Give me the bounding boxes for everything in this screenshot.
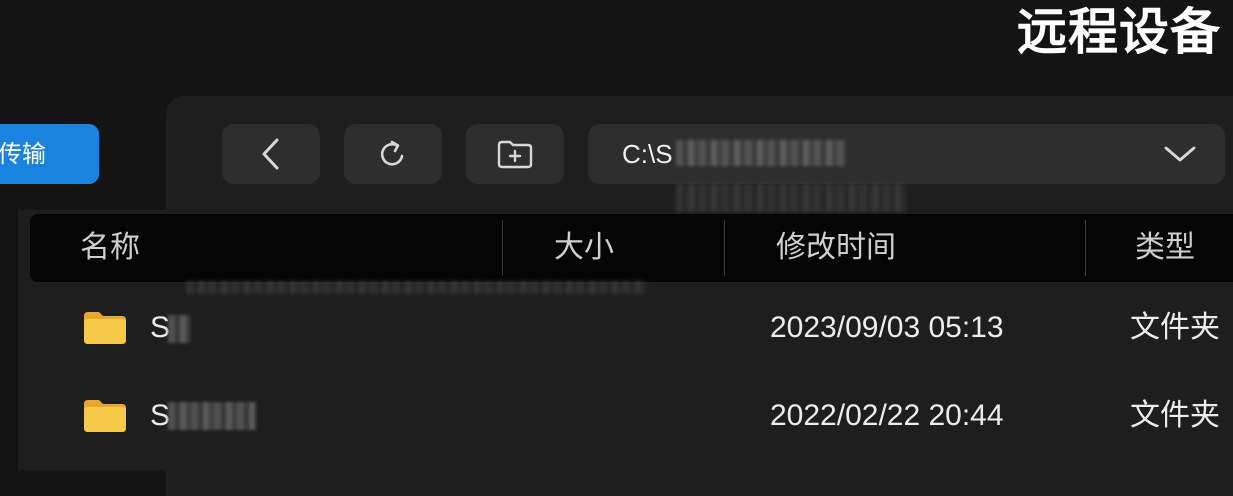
new-folder-icon xyxy=(497,140,533,169)
file-modified: 2023/09/03 05:13 xyxy=(770,311,1004,344)
column-divider[interactable] xyxy=(1085,220,1086,276)
file-modified: 2022/02/22 20:44 xyxy=(770,399,1004,432)
table-row[interactable]: S 2023/09/03 05:13 文件夹 xyxy=(30,284,1233,372)
column-divider[interactable] xyxy=(502,220,503,276)
folder-icon xyxy=(84,400,126,432)
new-folder-button[interactable] xyxy=(466,124,564,184)
path-dropdown-button[interactable] xyxy=(1161,140,1199,168)
folder-icon xyxy=(84,312,126,344)
column-divider[interactable] xyxy=(724,220,725,276)
path-redaction-shadow xyxy=(676,184,906,212)
refresh-icon xyxy=(380,140,404,166)
back-button[interactable] xyxy=(222,124,320,184)
chevron-left-icon xyxy=(262,138,279,170)
path-text: C:\S xyxy=(622,139,673,169)
table-header: 名称 大小 修改时间 类型 xyxy=(30,214,1233,282)
column-header-size[interactable]: 大小 xyxy=(554,214,614,282)
column-header-modified[interactable]: 修改时间 xyxy=(776,214,896,282)
file-type: 文件夹 xyxy=(1130,310,1220,345)
page-title: 远程设备 xyxy=(1017,3,1221,61)
name-redaction xyxy=(168,402,256,430)
name-redaction xyxy=(168,315,190,343)
transfer-button[interactable]: 传输 xyxy=(0,124,99,184)
path-redaction xyxy=(676,140,846,166)
column-header-type[interactable]: 类型 xyxy=(1135,214,1195,282)
file-name: S xyxy=(150,399,171,432)
file-name: S xyxy=(150,311,171,344)
file-type: 文件夹 xyxy=(1130,398,1220,433)
column-header-name[interactable]: 名称 xyxy=(80,214,140,282)
chevron-down-icon xyxy=(1164,146,1196,162)
refresh-button[interactable] xyxy=(344,124,442,184)
